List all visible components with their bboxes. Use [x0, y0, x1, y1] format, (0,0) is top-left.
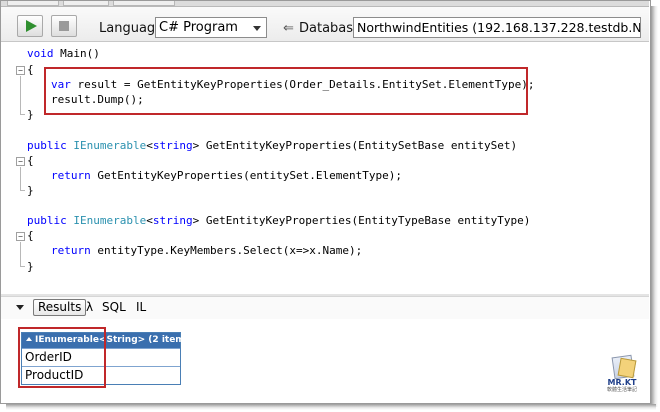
logo-subtext: 軟體生活筆記: [606, 387, 637, 393]
stop-icon: [59, 21, 69, 31]
output-tab-bar: Results λ SQL IL: [1, 296, 649, 320]
code-line: }: [27, 260, 34, 273]
run-button[interactable]: [17, 15, 43, 37]
code-line: return GetEntityKeyProperties(entitySet.…: [51, 169, 403, 182]
chevron-down-icon: [253, 26, 261, 31]
window-shadow-bottom: [6, 404, 656, 410]
play-icon: [26, 20, 37, 32]
query-tab[interactable]: [113, 1, 175, 6]
fold-guide: [20, 266, 25, 267]
fold-guide: [20, 242, 21, 266]
code-line: {: [27, 154, 34, 167]
left-arrow-icon[interactable]: ⇐: [283, 21, 294, 37]
logo-text: MR.KT: [607, 378, 637, 387]
highlight-box: [18, 327, 106, 388]
fold-guide: [20, 114, 25, 115]
tab-results[interactable]: Results: [33, 299, 87, 316]
window-shadow-right: [651, 6, 658, 407]
fold-toggle-icon[interactable]: −: [16, 232, 25, 241]
language-select[interactable]: C# Program: [155, 17, 267, 38]
highlight-box: [44, 67, 528, 115]
code-line: void Main(): [27, 47, 100, 60]
stop-button[interactable]: [51, 15, 77, 37]
note-icon: [617, 357, 637, 379]
language-label: Language: [99, 21, 164, 36]
tab-il[interactable]: IL: [136, 300, 146, 315]
code-line: public IEnumerable<string> GetEntityKeyP…: [27, 214, 531, 227]
code-fn-main: Main(): [60, 47, 100, 60]
code-line: return entityType.KeyMembers.Select(x=>x…: [51, 244, 363, 257]
code-line: public IEnumerable<string> GetEntityKeyP…: [27, 139, 518, 152]
database-value: NorthwindEntities (192.168.137.228.testd…: [357, 20, 641, 35]
query-toolbar: Language C# Program ⇐ Database Northwind…: [1, 7, 649, 42]
fold-guide: [20, 190, 25, 191]
collapse-output-icon[interactable]: [16, 305, 24, 310]
database-label: Database: [299, 21, 362, 36]
code-line: {: [27, 63, 34, 76]
fold-guide: [20, 167, 21, 190]
code-line: }: [27, 184, 34, 197]
query-tab[interactable]: [7, 1, 59, 6]
fold-toggle-icon[interactable]: −: [16, 157, 25, 166]
database-select[interactable]: NorthwindEntities (192.168.137.228.testd…: [353, 17, 641, 38]
code-line: }: [27, 108, 34, 121]
mrkt-logo: MR.KT 軟體生活筆記: [605, 354, 639, 396]
tab-sql[interactable]: SQL: [102, 300, 126, 315]
language-value: C# Program: [159, 20, 238, 35]
tab-lambda[interactable]: λ: [86, 300, 93, 315]
fold-guide: [20, 76, 21, 114]
query-tab[interactable]: [63, 1, 109, 6]
code-line: {: [27, 229, 34, 242]
fold-toggle-icon[interactable]: −: [16, 66, 25, 75]
